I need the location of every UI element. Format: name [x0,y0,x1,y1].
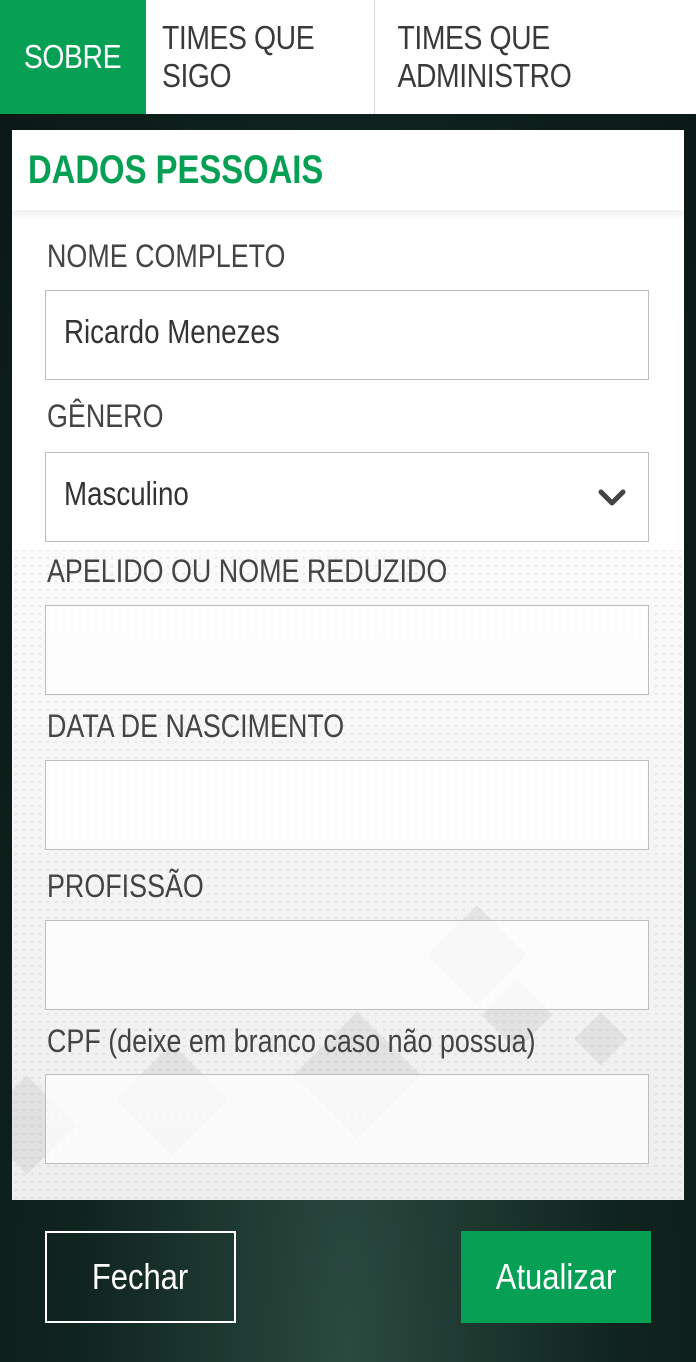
update-button[interactable]: Atualizar [461,1231,651,1323]
background-diamond [574,1012,628,1066]
section-header: DADOS PESSOAIS [12,130,684,210]
section-title: DADOS PESSOAIS [28,148,324,192]
nickname-input[interactable] [45,605,649,695]
nickname-label: APELIDO OU NOME REDUZIDO [47,553,448,589]
tab-times-que-administro-label: TIMES QUE ADMINISTRO [397,19,572,94]
tab-bar: SOBRE TIMES QUE SIGO TIMES QUE ADMINISTR… [0,0,696,114]
tab-times-que-sigo-label: TIMES QUE SIGO [161,19,315,94]
full-name-input[interactable]: Ricardo Menezes [45,290,649,380]
update-button-label: Atualizar [495,1256,617,1297]
personal-data-card: DADOS PESSOAIS NOME COMPLETO Ricardo Men… [12,130,684,1200]
profession-label: PROFISSÃO [47,868,204,904]
cpf-input[interactable] [45,1074,649,1164]
birth-date-input[interactable] [45,760,649,850]
full-name-value: Ricardo Menezes [64,313,280,350]
tab-times-que-sigo[interactable]: TIMES QUE SIGO [146,0,375,114]
gender-label: GÊNERO [47,398,164,434]
gender-select[interactable]: Masculino [45,452,649,542]
profession-input[interactable] [45,920,649,1010]
gender-value: Masculino [64,475,189,512]
tab-sobre[interactable]: SOBRE [0,0,146,114]
chevron-down-icon [598,489,626,506]
close-button[interactable]: Fechar [45,1231,236,1323]
full-name-label: NOME COMPLETO [47,238,286,274]
tab-sobre-label: SOBRE [24,38,122,75]
close-button-label: Fechar [92,1256,189,1297]
cpf-label: CPF (deixe em branco caso não possua) [47,1023,536,1059]
tab-times-que-administro[interactable]: TIMES QUE ADMINISTRO [375,0,696,114]
birth-date-label: DATA DE NASCIMENTO [47,708,345,744]
